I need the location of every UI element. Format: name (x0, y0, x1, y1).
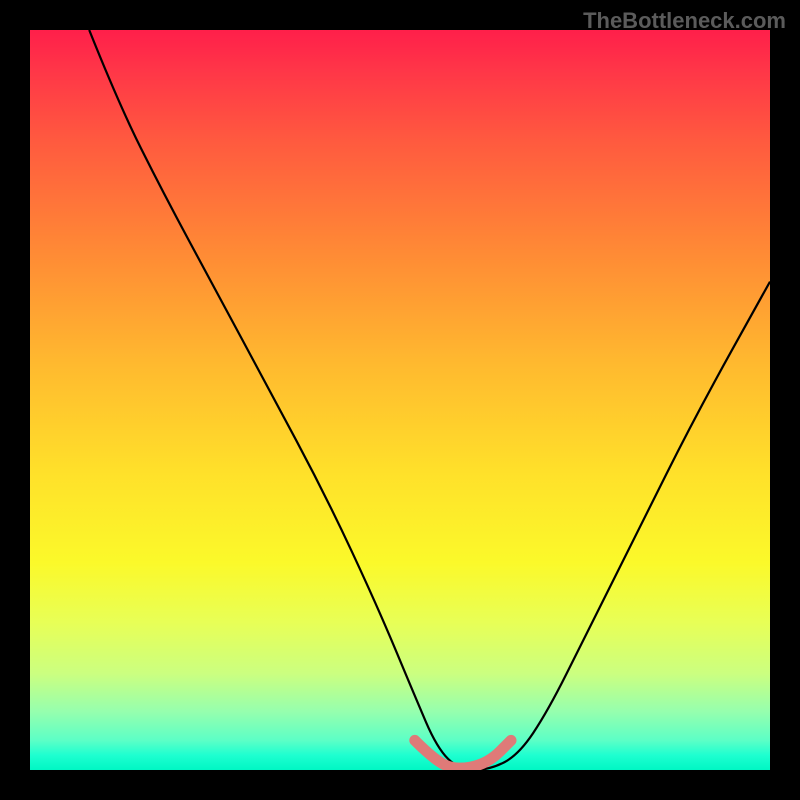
chart-curves-svg (30, 30, 770, 770)
bottleneck-curve-line (89, 30, 770, 770)
optimal-range-highlight-line (415, 740, 511, 768)
chart-plot-area (30, 30, 770, 770)
watermark-text: TheBottleneck.com (583, 8, 786, 34)
